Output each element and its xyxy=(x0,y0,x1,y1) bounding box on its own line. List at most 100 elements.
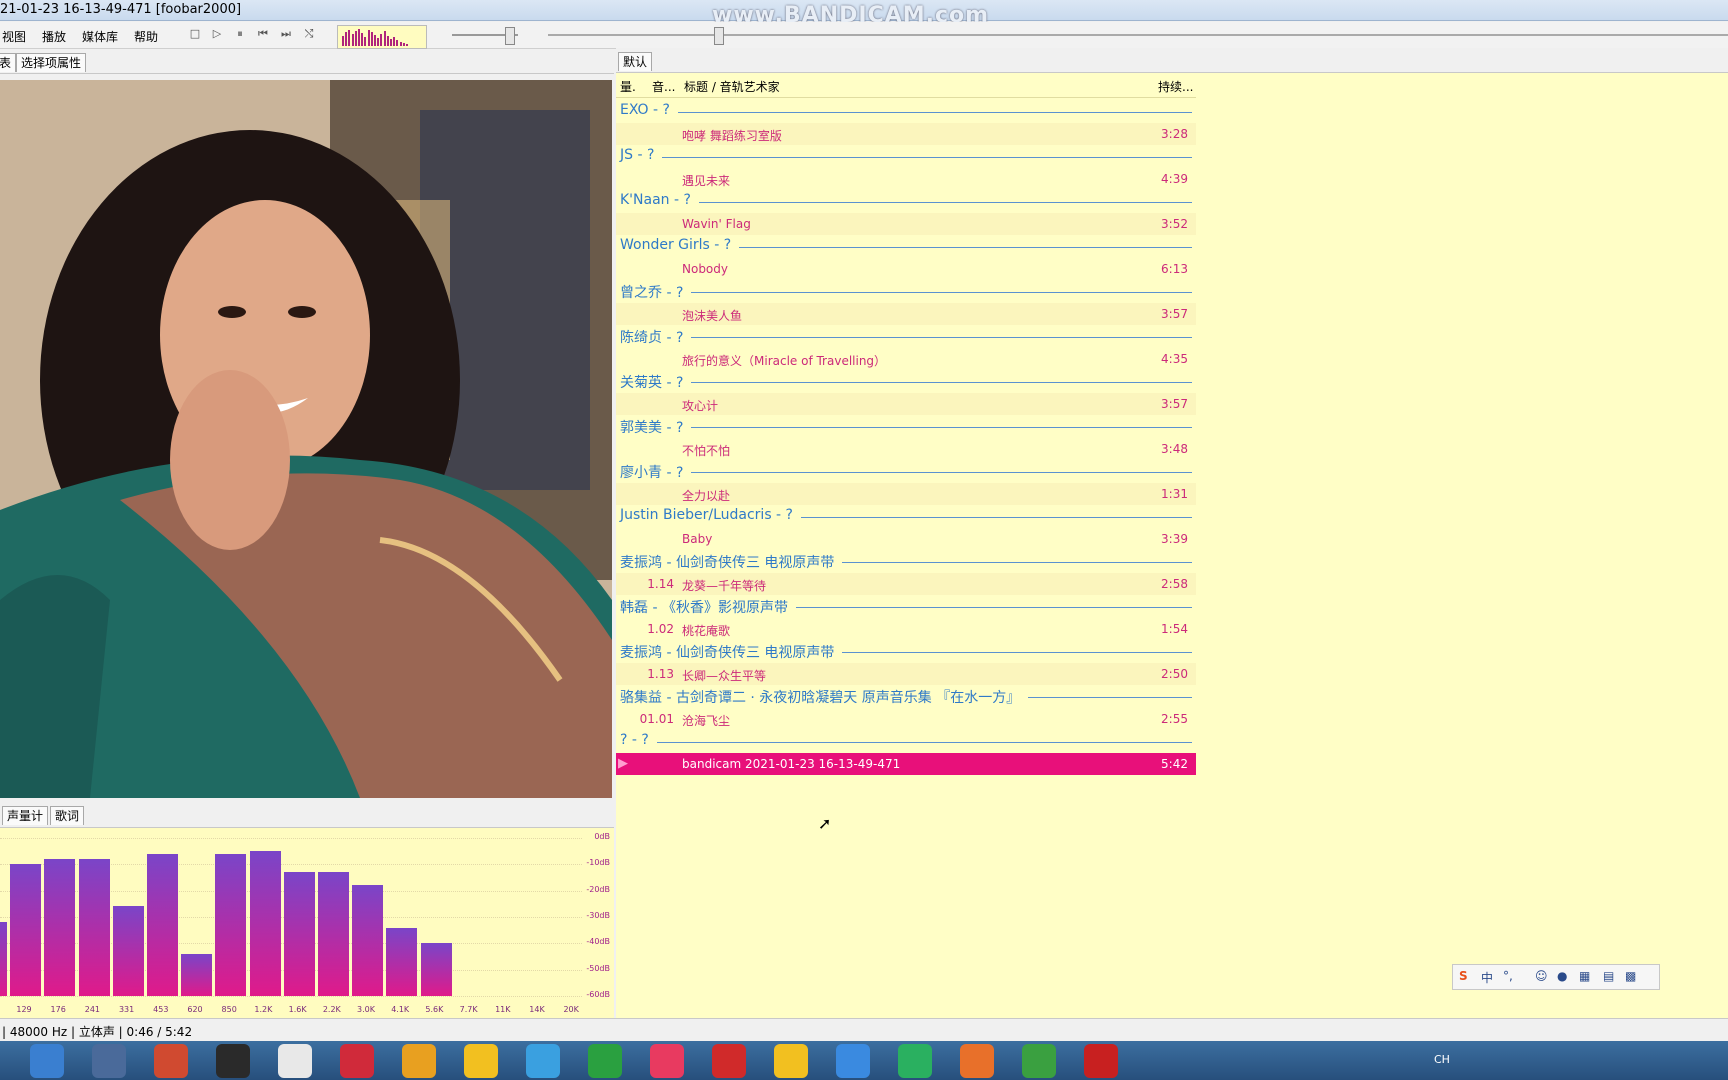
play-icon[interactable]: ▷ xyxy=(210,27,224,41)
column-title-artist[interactable]: 标题 / 音轨艺术家 xyxy=(684,78,780,95)
group-header[interactable]: K'Naan - ? xyxy=(616,190,1196,213)
potplayer-icon[interactable] xyxy=(464,1044,498,1078)
track-title: 不怕不怕 xyxy=(682,443,731,458)
headphones-icon[interactable] xyxy=(216,1044,250,1078)
track-row[interactable]: 1.13 长卿—众生平等 2:50 xyxy=(616,662,1196,685)
file-explorer-icon[interactable] xyxy=(92,1044,126,1078)
netease-music-icon[interactable] xyxy=(340,1044,374,1078)
track-title: 攻心计 xyxy=(682,398,719,413)
group-header[interactable]: EXO - ? xyxy=(616,100,1196,123)
flash-icon[interactable] xyxy=(712,1044,746,1078)
group-header[interactable]: 廖小青 - ? xyxy=(616,460,1196,483)
tab-default-playlist[interactable]: 默认 xyxy=(618,52,653,71)
media-player-icon[interactable] xyxy=(154,1044,188,1078)
track-row[interactable]: 攻心计 3:57 xyxy=(616,392,1196,415)
iqiyi-icon[interactable] xyxy=(588,1044,622,1078)
microphone-icon[interactable]: ● xyxy=(1557,969,1567,983)
menu-playback[interactable]: 播放 xyxy=(42,28,66,45)
track-row[interactable]: 全力以赴 1:31 xyxy=(616,482,1196,505)
mini-spectrum-bar xyxy=(374,35,376,46)
track-row[interactable]: 不怕不怕 3:48 xyxy=(616,438,1196,461)
menu-view[interactable]: 视图 xyxy=(2,28,26,45)
ie-icon[interactable] xyxy=(1022,1044,1056,1078)
foobar-icon[interactable] xyxy=(278,1044,312,1078)
group-header[interactable]: 麦振鸿 - 仙剑奇侠传三 电视原声带 xyxy=(616,550,1196,573)
keyboard-icon[interactable]: ▦ xyxy=(1579,969,1590,983)
chrome-icon[interactable] xyxy=(774,1044,808,1078)
sogou-logo-icon[interactable]: S xyxy=(1459,969,1468,983)
now-playing-row[interactable]: ▶ bandicam 2021-01-23 16-13-49-471 5:42 xyxy=(616,752,1196,775)
volume-knob[interactable] xyxy=(505,27,515,45)
tab-selection-properties[interactable]: 选择项属性 xyxy=(16,53,87,72)
group-divider xyxy=(620,742,1192,743)
chrome-like-icon[interactable] xyxy=(402,1044,436,1078)
column-header: 量. 音... 标题 / 音轨艺术家 持续... xyxy=(616,73,1196,98)
track-row[interactable]: 咆哮 舞蹈练习室版 3:28 xyxy=(616,122,1196,145)
feishu-icon[interactable] xyxy=(836,1044,870,1078)
group-header[interactable]: 韩磊 - 《秋香》影视原声带 xyxy=(616,595,1196,618)
tencent-video-icon[interactable] xyxy=(898,1044,932,1078)
column-index[interactable]: 量. xyxy=(620,78,636,95)
tab-list[interactable]: 表 xyxy=(0,53,17,72)
track-title: 咆哮 舞蹈练习室版 xyxy=(682,128,782,143)
group-header[interactable]: JS - ? xyxy=(616,145,1196,168)
column-track-number[interactable]: 音... xyxy=(652,78,675,95)
tab-volume-meter[interactable]: 声量计 xyxy=(2,806,49,825)
random-icon[interactable]: ⤭ xyxy=(302,27,316,41)
group-header[interactable]: 曾之乔 - ? xyxy=(616,280,1196,303)
group-header[interactable]: 关菊英 - ? xyxy=(616,370,1196,393)
ime-punct-label[interactable]: °, xyxy=(1503,969,1513,983)
group-header-text: 廖小青 - ? xyxy=(620,462,692,482)
group-header[interactable]: 麦振鸿 - 仙剑奇侠传三 电视原声带 xyxy=(616,640,1196,663)
spectrum-bar xyxy=(249,851,281,996)
menu-library[interactable]: 媒体库 xyxy=(82,28,118,45)
group-header-text: 陈绮贞 - ? xyxy=(620,327,692,347)
column-duration[interactable]: 持续... xyxy=(1158,78,1193,95)
group-header[interactable]: Wonder Girls - ? xyxy=(616,235,1196,258)
group-header[interactable]: 郭美美 - ? xyxy=(616,415,1196,438)
track-row[interactable]: Nobody 6:13 xyxy=(616,258,1196,281)
ime-mode-label[interactable]: 中 xyxy=(1481,969,1493,986)
group-header[interactable]: ? - ? xyxy=(616,730,1196,753)
stop-icon[interactable]: □ xyxy=(188,27,202,41)
track-row[interactable]: Baby 3:39 xyxy=(616,528,1196,551)
tab-lyrics[interactable]: 歌词 xyxy=(50,806,85,825)
toolbox-icon[interactable]: ▤ xyxy=(1603,969,1614,983)
track-row[interactable]: 泡沫美人鱼 3:57 xyxy=(616,302,1196,325)
track-duration: 2:58 xyxy=(1161,576,1188,591)
db-label: -40dB xyxy=(586,937,610,947)
youku-icon[interactable] xyxy=(650,1044,684,1078)
track-row[interactable]: 遇见未来 4:39 xyxy=(616,168,1196,191)
menu-help[interactable]: 帮助 xyxy=(134,28,158,45)
frequency-label: 1.2K xyxy=(254,1005,273,1014)
group-header[interactable]: 骆集益 - 古剑奇谭二 · 永夜初晗凝碧天 原声音乐集 『在水一方』 xyxy=(616,685,1196,708)
db-label: -60dB xyxy=(586,990,610,999)
pause-icon[interactable]: ⏸ xyxy=(233,27,247,41)
track-row[interactable]: 01.01 沧海飞尘 2:55 xyxy=(616,708,1196,731)
track-duration: 3:57 xyxy=(1161,396,1188,411)
track-row[interactable]: 旅行的意义（Miracle of Travelling） 4:35 xyxy=(616,348,1196,371)
skin-icon[interactable]: ▩ xyxy=(1625,969,1636,983)
group-header[interactable]: 陈绮贞 - ? xyxy=(616,325,1196,348)
next-icon[interactable]: ⏭ xyxy=(279,27,293,41)
firefox-icon[interactable] xyxy=(960,1044,994,1078)
track-row[interactable]: 1.14 龙葵—千年等待 2:58 xyxy=(616,572,1196,595)
track-number: 1.14 xyxy=(647,576,674,591)
app-1-icon[interactable] xyxy=(526,1044,560,1078)
bandicam-icon[interactable] xyxy=(1084,1044,1118,1078)
track-row[interactable]: Wavin' Flag 3:52 xyxy=(616,212,1196,235)
seek-knob[interactable] xyxy=(714,27,724,45)
track-row[interactable]: 1.02 桃花庵歌 1:54 xyxy=(616,618,1196,641)
seek-bar[interactable] xyxy=(548,34,1728,36)
emoji-icon[interactable]: ☺ xyxy=(1535,969,1548,983)
track-duration: 5:42 xyxy=(1161,756,1188,771)
track-title: 全力以赴 xyxy=(682,488,731,503)
mini-spectrum-bar xyxy=(386,36,389,46)
input-language-indicator[interactable]: CH xyxy=(1434,1053,1450,1066)
track-title: 长卿—众生平等 xyxy=(682,668,767,683)
previous-icon[interactable]: ⏮ xyxy=(256,27,270,41)
spectrum-bar xyxy=(78,859,110,996)
db-label: -30dB xyxy=(586,911,610,920)
group-header[interactable]: Justin Bieber/Ludacris - ? xyxy=(616,505,1196,528)
search-icon[interactable] xyxy=(30,1044,64,1078)
